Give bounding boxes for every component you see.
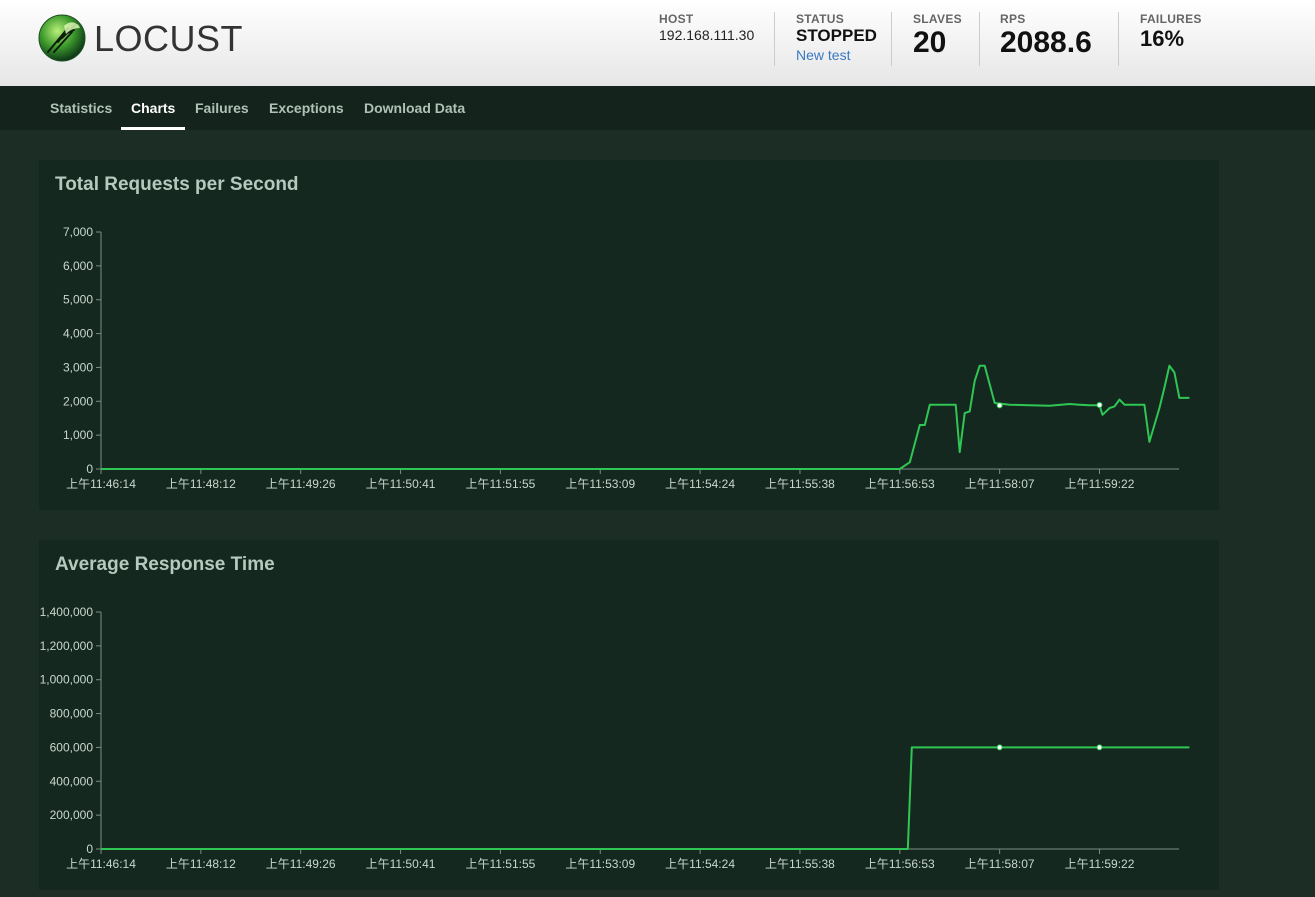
status-stat: STATUS STOPPED New test bbox=[796, 12, 877, 63]
rps-chart: 0 1,000 2,000 3,000 4,000 5,000 6,000 7,000 上午11… bbox=[63, 225, 1190, 491]
x-tick-label: 上午11:51:55 bbox=[465, 477, 535, 491]
y-tick-label: 0 bbox=[86, 462, 93, 476]
series-line bbox=[101, 746, 1190, 850]
tab-download-data[interactable]: Download Data bbox=[354, 86, 475, 130]
header: LOCUST HOST 192.168.111.30 STATUS STOPPE… bbox=[0, 0, 1315, 86]
rps-chart-panel: Total Requests per Second 0 1,000 2,000 3,0… bbox=[39, 160, 1219, 510]
x-tick-label: 上午11:54:24 bbox=[665, 477, 735, 491]
logo-text: LOCUST bbox=[94, 18, 244, 59]
failures-stat: FAILURES 16% bbox=[1140, 12, 1202, 52]
x-tick-label: 上午11:59:22 bbox=[1065, 857, 1135, 871]
y-tick-label: 7,000 bbox=[63, 225, 93, 239]
x-tick-label: 上午11:49:26 bbox=[266, 477, 336, 491]
failures-label: FAILURES bbox=[1140, 12, 1202, 26]
response-time-chart-panel: Average Response Time 0 200,000 400,000 600… bbox=[39, 540, 1219, 890]
tab-exceptions[interactable]: Exceptions bbox=[259, 86, 354, 130]
y-tick-label: 200,000 bbox=[50, 808, 94, 822]
tab-bar: Statistics Charts Failures Exceptions Do… bbox=[0, 86, 1315, 130]
new-test-link[interactable]: New test bbox=[796, 47, 877, 63]
tab-failures[interactable]: Failures bbox=[185, 86, 259, 130]
locust-logo-icon bbox=[38, 14, 86, 62]
y-tick-label: 3,000 bbox=[63, 360, 93, 374]
y-tick-label: 800,000 bbox=[50, 707, 94, 721]
tab-charts[interactable]: Charts bbox=[121, 86, 186, 130]
data-point[interactable] bbox=[1096, 744, 1103, 751]
host-stat: HOST 192.168.111.30 bbox=[659, 12, 754, 43]
data-point[interactable] bbox=[1096, 402, 1103, 409]
status-value: STOPPED bbox=[796, 26, 877, 45]
x-tick-label: 上午11:48:12 bbox=[166, 857, 236, 871]
y-tick-label: 1,000 bbox=[63, 428, 93, 442]
x-tick-label: 上午11:51:55 bbox=[465, 857, 535, 871]
y-tick-label: 4,000 bbox=[63, 327, 93, 341]
y-tick-label: 0 bbox=[86, 842, 93, 856]
failures-value: 16% bbox=[1140, 26, 1185, 51]
host-label: HOST bbox=[659, 12, 694, 26]
x-tick-label: 上午11:54:24 bbox=[665, 857, 735, 871]
y-tick-label: 1,400,000 bbox=[40, 605, 94, 619]
slaves-value: 20 bbox=[913, 26, 947, 59]
rps-value: 2088.6 bbox=[1000, 26, 1092, 59]
divider bbox=[774, 12, 775, 66]
x-tick-label: 上午11:49:26 bbox=[266, 857, 336, 871]
y-tick-label: 400,000 bbox=[50, 774, 94, 788]
x-tick-label: 上午11:53:09 bbox=[565, 857, 635, 871]
x-tick-label: 上午11:48:12 bbox=[166, 477, 236, 491]
data-point[interactable] bbox=[996, 744, 1003, 751]
divider bbox=[979, 12, 980, 66]
series-line bbox=[101, 364, 1190, 470]
response-time-chart: 0 200,000 400,000 600,000 800,000 1,000,000 1,… bbox=[40, 605, 1190, 871]
divider bbox=[1118, 12, 1119, 66]
divider bbox=[891, 12, 892, 66]
x-tick-label: 上午11:50:41 bbox=[366, 857, 436, 871]
tab-statistics[interactable]: Statistics bbox=[40, 86, 122, 130]
y-tick-label: 5,000 bbox=[63, 293, 93, 307]
x-tick-label: 上午11:50:41 bbox=[366, 477, 436, 491]
x-tick-label: 上午11:56:53 bbox=[865, 857, 935, 871]
host-value: 192.168.111.30 bbox=[659, 27, 755, 43]
x-tick-label: 上午11:58:07 bbox=[965, 857, 1035, 871]
x-tick-label: 上午11:46:14 bbox=[66, 857, 136, 871]
y-tick-label: 600,000 bbox=[50, 740, 94, 754]
x-tick-label: 上午11:56:53 bbox=[865, 477, 935, 491]
x-tick-label: 上午11:53:09 bbox=[565, 477, 635, 491]
y-tick-label: 2,000 bbox=[63, 394, 93, 408]
rps-stat: RPS 2088.6 bbox=[1000, 12, 1092, 60]
x-tick-label: 上午11:55:38 bbox=[765, 857, 835, 871]
y-tick-label: 1,200,000 bbox=[40, 639, 94, 653]
x-tick-label: 上午11:46:14 bbox=[66, 477, 136, 491]
rps-label: RPS bbox=[1000, 12, 1026, 26]
y-tick-label: 6,000 bbox=[63, 259, 93, 273]
x-tick-label: 上午11:59:22 bbox=[1065, 477, 1135, 491]
data-point[interactable] bbox=[996, 402, 1003, 409]
y-tick-label: 1,000,000 bbox=[40, 673, 94, 687]
slaves-label: SLAVES bbox=[913, 12, 962, 26]
x-tick-label: 上午11:58:07 bbox=[965, 477, 1035, 491]
status-label: STATUS bbox=[796, 12, 845, 26]
x-tick-label: 上午11:55:38 bbox=[765, 477, 835, 491]
slaves-stat: SLAVES 20 bbox=[913, 12, 962, 60]
